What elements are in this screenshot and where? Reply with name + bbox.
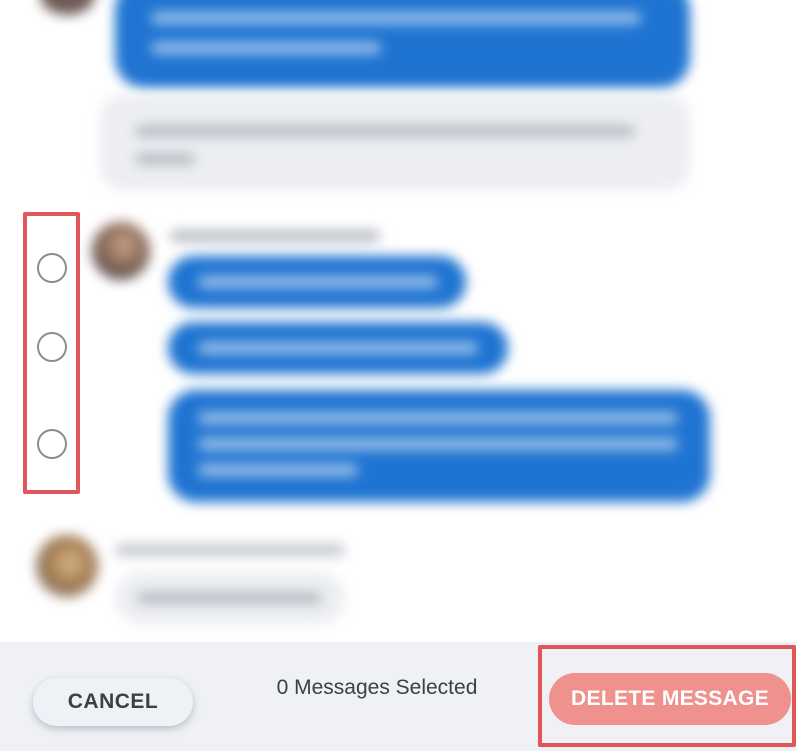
- sender-name: [115, 544, 345, 556]
- sender-name: [170, 230, 380, 242]
- avatar: [92, 222, 150, 280]
- radio-unchecked-icon[interactable]: [37, 332, 67, 362]
- cancel-button[interactable]: CANCEL: [33, 678, 193, 726]
- selected-count-text: 0 Messages Selected: [276, 676, 478, 699]
- message-bubble: [168, 390, 710, 502]
- message-bubble: [115, 0, 690, 88]
- message-bubble: [100, 95, 690, 190]
- message-bubble: [168, 322, 508, 374]
- avatar: [40, 0, 95, 15]
- message-bubble: [115, 572, 345, 624]
- delete-message-button[interactable]: DELETE MESSAGE: [549, 673, 791, 725]
- avatar: [36, 535, 98, 597]
- radio-unchecked-icon[interactable]: [37, 253, 67, 283]
- message-bubble: [168, 256, 466, 308]
- radio-unchecked-icon[interactable]: [37, 429, 67, 459]
